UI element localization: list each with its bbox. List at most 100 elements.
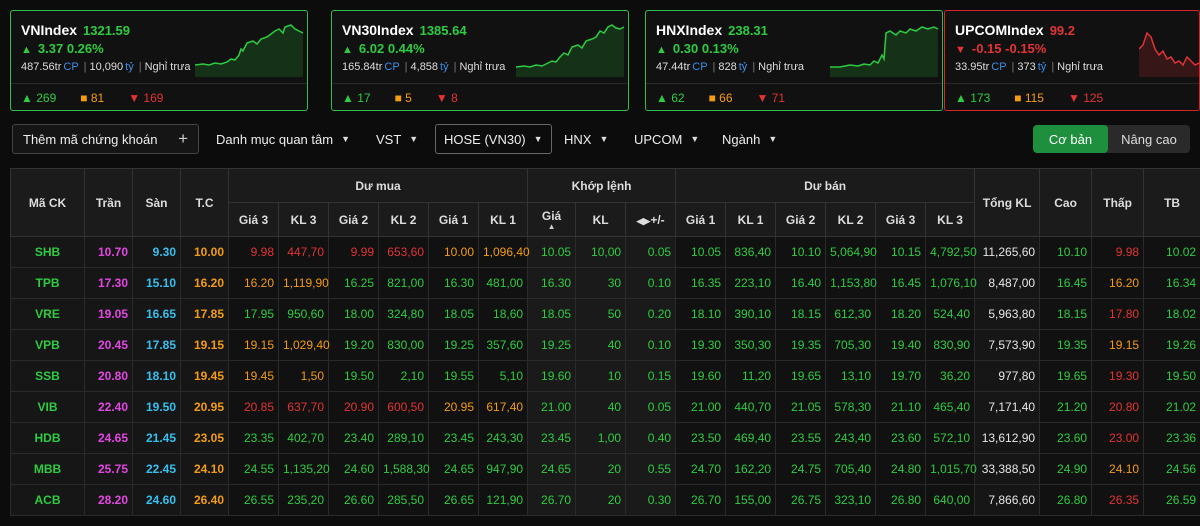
upcom-dropdown[interactable]: UPCOM ▼ (634, 124, 699, 154)
col-low[interactable]: Thấp (1091, 168, 1145, 237)
ask-price-1-cell: 24.70 (675, 453, 727, 485)
col-ceiling[interactable]: Trần (84, 168, 133, 237)
col-ask-price-1[interactable]: Giá 1 (675, 202, 727, 237)
col-bid-price-1[interactable]: Giá 1 (428, 202, 479, 237)
bid-vol-1-cell: 947,90 (477, 453, 529, 485)
table-row[interactable]: MBB 25.75 22.45 24.10 24.55 1,135,20 24.60 1,58… (10, 453, 1200, 485)
average-cell: 18.02 (1143, 298, 1200, 330)
col-high[interactable]: Cao (1039, 168, 1093, 237)
index-card-upcomindex[interactable]: UPCOMIndex 99.2 ▼ -0.15 -0.15% 33.95tr CP | 3… (944, 10, 1200, 111)
advanced-view-button[interactable]: Nâng cao (1108, 125, 1190, 153)
hnx-dropdown[interactable]: HNX ▼ (564, 124, 608, 154)
table-row[interactable]: ACB 28.20 24.60 26.40 26.55 235,20 26.60 285,50… (10, 484, 1200, 516)
average-cell: 19.26 (1143, 329, 1200, 361)
symbol-cell[interactable]: MBB (10, 453, 85, 485)
table-row[interactable]: VRE 19.05 16.65 17.85 17.95 950,60 18.00 324,80… (10, 298, 1200, 330)
total-volume-cell: 11,265,60 (974, 236, 1041, 268)
symbol-cell[interactable]: VIB (10, 391, 85, 423)
low-cell: 24.10 (1091, 453, 1145, 485)
col-floor[interactable]: Sàn (132, 168, 181, 237)
floor-cell: 9.30 (132, 236, 181, 268)
col-ask-vol-3[interactable]: KL 3 (925, 202, 976, 237)
bid-price-1-cell: 10.00 (428, 236, 479, 268)
ask-vol-3-cell: 1,015,70 (925, 453, 977, 485)
symbol-cell[interactable]: SSB (10, 360, 85, 392)
bid-price-3-cell: 19.15 (228, 329, 279, 361)
hose-dropdown[interactable]: HOSE (VN30) ▼ (435, 124, 552, 154)
ask-vol-3-cell: 572,10 (925, 422, 976, 454)
average-cell: 16.34 (1143, 267, 1200, 299)
sector-dropdown[interactable]: Ngành ▼ (722, 124, 777, 154)
breadth-stats: ▲ 269 ■ 81 ▼ 169 (21, 91, 164, 105)
col-bid-vol-3[interactable]: KL 3 (278, 202, 329, 237)
col-ask-price-2[interactable]: Giá 2 (775, 202, 827, 237)
reference-cell: 16.20 (180, 267, 229, 299)
average-cell: 23.36 (1143, 422, 1200, 454)
index-card-hnxindex[interactable]: HNXIndex 238.31 ▲ 0.30 0.13% 47.44tr CP | 828… (645, 10, 943, 111)
bid-vol-2-cell: 830,00 (378, 329, 429, 361)
table-row[interactable]: SSB 20.80 18.10 19.45 19.45 1,50 19.50 2,10 19.5… (10, 360, 1200, 392)
col-reference[interactable]: T.C (180, 168, 229, 237)
col-symbol[interactable]: Mã CK (10, 168, 85, 237)
bid-vol-1-cell: 617,40 (477, 391, 529, 423)
col-ask-vol-1[interactable]: KL 1 (725, 202, 777, 237)
watchlist-dropdown[interactable]: Danh mục quan tâm ▼ (216, 124, 350, 154)
index-card-vn30index[interactable]: VN30Index 1385.64 ▲ 6.02 0.44% 165.84tr CP |… (331, 10, 629, 111)
reference-cell: 23.05 (180, 422, 229, 454)
reference-cell: 19.45 (180, 360, 229, 392)
symbol-cell[interactable]: TPB (10, 267, 85, 299)
table-row[interactable]: SHB 10.70 9.30 10.00 9.98 447,70 9.99 653,60 10.… (10, 236, 1200, 268)
col-ask-price-3[interactable]: Giá 3 (875, 202, 927, 237)
col-ask-vol-2[interactable]: KL 2 (825, 202, 877, 237)
col-group-bid: Dư mua (227, 168, 529, 203)
symbol-cell[interactable]: VPB (10, 329, 85, 361)
col-average[interactable]: TB (1143, 168, 1200, 237)
symbol-cell[interactable]: SHB (10, 236, 85, 268)
match-change-cell: 0.20 (625, 298, 677, 330)
table-row[interactable]: TPB 17.30 15.10 16.20 16.20 1,119,90 16.25 821,… (10, 267, 1200, 299)
ask-price-3-cell: 26.80 (875, 484, 927, 516)
table-row[interactable]: HDB 24.65 21.45 23.05 23.35 402,70 23.40 289,10… (10, 422, 1200, 454)
col-match-change[interactable]: ◀▶+/- (625, 202, 677, 237)
col-match-volume[interactable]: KL (575, 202, 627, 237)
table-row[interactable]: VIB 22.40 19.50 20.95 20.85 637,70 20.90 600,50… (10, 391, 1200, 423)
total-volume-cell: 33,388,50 (974, 453, 1041, 485)
vst-dropdown[interactable]: VST ▼ (376, 124, 418, 154)
match-volume-cell: 40 (575, 391, 627, 423)
total-volume-cell: 7,866,60 (974, 484, 1041, 516)
col-bid-price-3[interactable]: Giá 3 (228, 202, 279, 237)
col-bid-price-2[interactable]: Giá 2 (328, 202, 379, 237)
symbol-cell[interactable]: HDB (10, 422, 85, 454)
col-bid-vol-2[interactable]: KL 2 (378, 202, 429, 237)
symbol-cell[interactable]: VRE (10, 298, 85, 330)
bid-price-3-cell: 17.95 (228, 298, 279, 330)
bid-vol-1-cell: 5,10 (477, 360, 529, 392)
ask-vol-3-cell: 524,40 (925, 298, 976, 330)
add-symbol-button[interactable]: Thêm mã chứng khoán + (12, 124, 199, 154)
ask-price-1-cell: 26.70 (675, 484, 727, 516)
caret-down-icon: ▼ (599, 134, 609, 144)
ask-vol-2-cell: 243,40 (825, 422, 877, 454)
col-bid-vol-1[interactable]: KL 1 (477, 202, 529, 237)
index-card-vnindex[interactable]: VNIndex 1321.59 ▲ 3.37 0.26% 487.56tr CP | 10… (10, 10, 308, 111)
down-arrow-icon: ▼ (955, 44, 966, 56)
col-group-ask: Dư bán (675, 168, 976, 203)
total-volume-cell: 7,171,40 (974, 391, 1041, 423)
bid-vol-3-cell: 402,70 (278, 422, 329, 454)
symbol-cell[interactable]: ACB (10, 484, 85, 516)
col-total-volume[interactable]: Tổng KL (974, 168, 1041, 237)
ask-price-2-cell: 21.05 (775, 391, 827, 423)
bid-vol-2-cell: 653,60 (378, 236, 429, 268)
breadth-stats: ▲ 17 ■ 5 ▼ 8 (342, 91, 458, 105)
high-cell: 21.20 (1039, 391, 1093, 423)
bid-vol-3-cell: 447,70 (278, 236, 329, 268)
col-match-price[interactable]: Giá ▲ (527, 202, 577, 237)
ask-price-2-cell: 26.75 (775, 484, 827, 516)
reference-cell: 20.95 (180, 391, 229, 423)
low-cell: 19.15 (1091, 329, 1145, 361)
table-row[interactable]: VPB 20.45 17.85 19.15 19.15 1,029,40 19.20 830,… (10, 329, 1200, 361)
caret-down-icon: ▼ (768, 134, 778, 144)
price-board: Mã CK Trần Sàn T.C Dư mua Khớp lệnh Dư b… (10, 168, 1200, 516)
basic-view-button[interactable]: Cơ bản (1033, 125, 1108, 153)
bid-vol-3-cell: 1,029,40 (278, 329, 330, 361)
